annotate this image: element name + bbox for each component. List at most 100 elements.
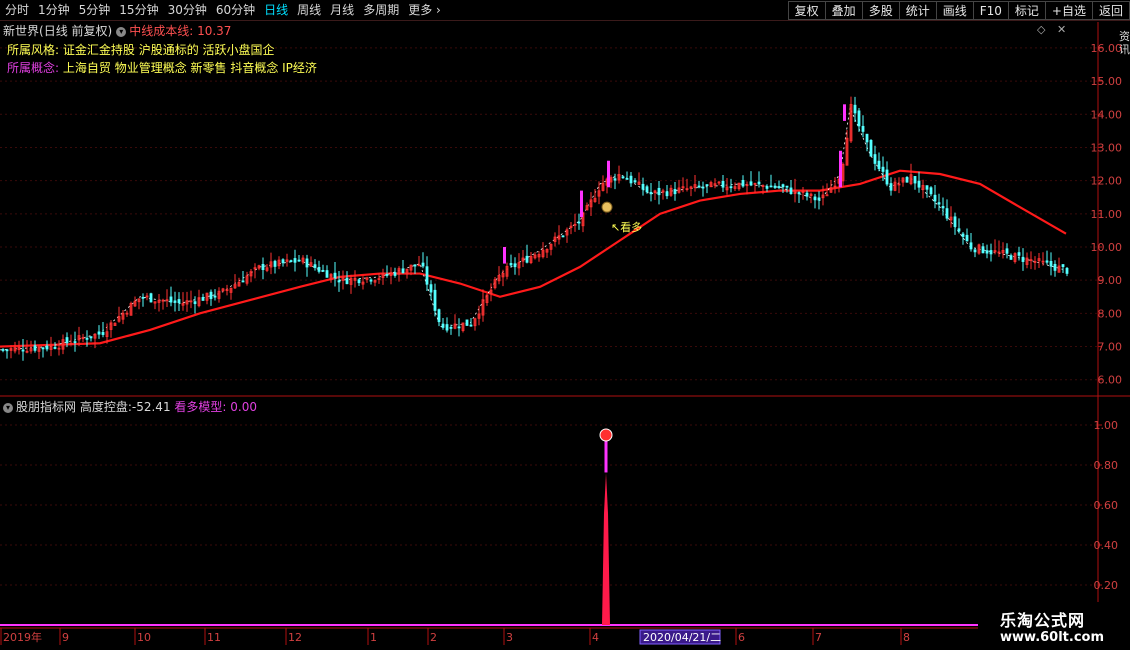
candle-body [957,228,961,232]
candle-body [645,186,649,193]
candle-body [513,263,517,268]
candle-body [965,234,969,242]
candle-body [825,194,829,197]
time-tick-label: 11 [207,631,221,644]
concept-row: 所属概念: 上海自贸 物业管理概念 新零售 抖音概念 IP经济 [7,59,317,76]
candle-body [665,191,669,197]
candle-body [981,246,985,254]
candle-body [929,187,933,195]
candle-body [317,267,321,272]
price-tick-label: 6.00 [1098,374,1123,387]
candle-body [1,349,5,351]
candle-body [729,186,733,189]
candle-body [873,154,877,164]
candle-body [1009,255,1013,260]
candle-body [313,264,317,268]
time-tick-label: 6 [738,631,745,644]
candle-body [913,176,917,184]
chart-grid [0,47,1098,586]
candle-body [325,270,329,278]
candle-body [413,264,417,267]
candle-body [509,263,513,266]
candle-body [613,178,617,181]
signal-candle [839,150,842,188]
price-tick-label: 16.00 [1091,42,1123,55]
candle-body [941,206,945,209]
right-info-tab[interactable]: 资讯 [1119,30,1130,56]
model-label: 看多模型: [174,400,227,414]
candle-body [305,258,309,268]
candle-body [625,178,629,180]
signal-candle [843,104,846,121]
candle-body [457,326,461,329]
candle-body [817,197,821,201]
diamond-icon[interactable]: ◇ [1037,23,1045,36]
candle-body [173,300,177,303]
indicator-name: 股朋指标网 [16,400,77,414]
candle-body [701,186,705,189]
time-tick-label: 9 [62,631,69,644]
candle-body [1005,248,1009,254]
candle-body [969,242,973,250]
candle-body [885,169,889,185]
candle-body [857,110,861,127]
candle-body [425,266,429,285]
candle-body [445,324,449,331]
candle-body [401,268,405,274]
candles [1,96,1069,361]
annotation-text: ↖看多 [611,220,642,234]
time-tick-label: 1 [370,631,377,644]
candle-body [657,187,661,196]
kline-chart[interactable]: ↖看多 16.0015.0014.0013.0012.0011.0010.009… [0,0,1130,650]
stock-name[interactable]: 新世界 [3,24,39,38]
close-icon[interactable]: ✕ [1057,23,1066,36]
price-tick-label: 14.00 [1091,108,1123,121]
chevron-down-icon[interactable]: ▾ [116,26,127,37]
candle-body [697,185,701,188]
candle-body [21,349,25,352]
candle-body [741,179,745,187]
candle-body [73,341,77,344]
candle-body [785,185,789,188]
time-tick-label: 8 [903,631,910,644]
candle-body [789,187,793,194]
time-tick-label: 2 [430,631,437,644]
candle-body [865,133,869,143]
candle-body [937,202,941,205]
model-value: 0.00 [230,400,257,414]
candle-body [345,277,349,285]
indicator-bars [0,428,978,626]
candle-body [421,262,425,267]
candle-body [905,176,909,183]
candle-body [641,183,645,190]
chevron-down-icon[interactable]: ▾ [3,402,13,413]
style-label: 所属风格: [7,43,60,57]
price-tick-label: 9.00 [1098,274,1123,287]
indicator-tick-label: 1.00 [1094,419,1119,432]
candle-body [705,184,709,187]
watermark-url: www.60lt.com [1000,630,1105,645]
candle-body [777,186,781,188]
candle-body [765,186,769,189]
candle-body [1053,263,1057,271]
candle-body [193,301,197,305]
signal-marker-icon [599,428,613,442]
indicator-tick-label: 0.60 [1094,499,1119,512]
candle-body [5,349,9,352]
candle-body [241,280,245,283]
money-bag-icon [601,201,613,213]
candle-body [769,185,773,188]
candle-body [1049,260,1053,267]
indicator-tick-label: 0.80 [1094,459,1119,472]
candle-body [85,337,89,340]
candle-body [337,280,341,283]
candle-body [889,183,893,191]
candle-body [561,235,565,238]
time-tick-label: 4 [592,631,599,644]
candle-body [861,125,865,132]
candle-body [953,216,957,227]
candle-body [945,208,949,219]
candle-body [1045,260,1049,263]
candle-body [281,259,285,264]
candle-body [437,309,441,323]
